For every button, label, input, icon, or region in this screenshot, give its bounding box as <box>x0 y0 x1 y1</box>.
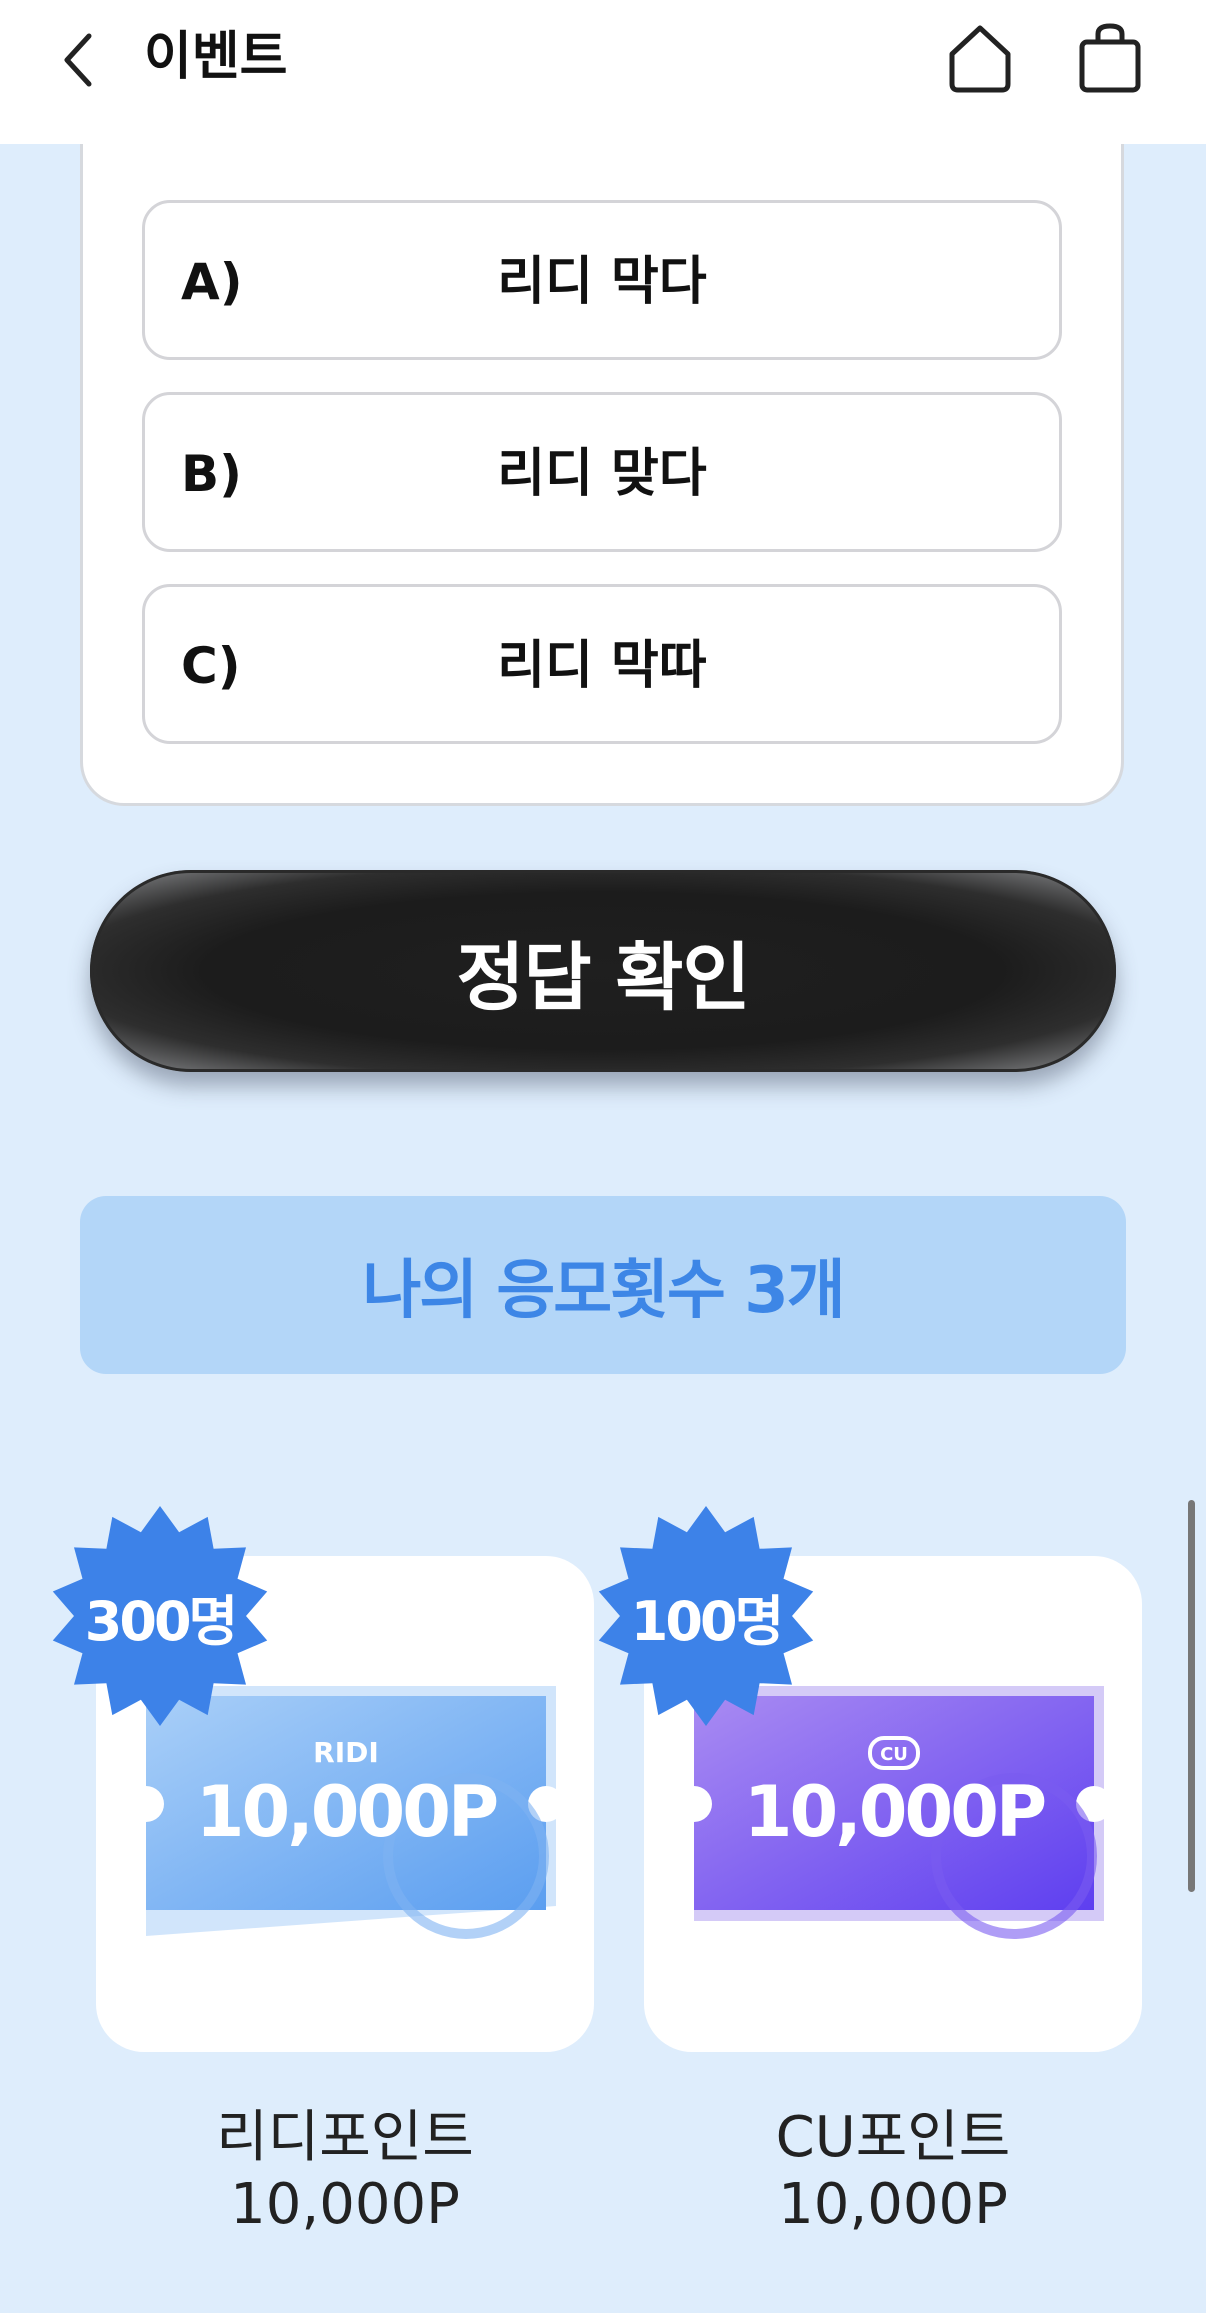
home-button[interactable] <box>944 20 1016 96</box>
home-icon <box>949 25 1011 93</box>
ticket-brand: RIDI <box>313 1736 379 1769</box>
reward-name: 리디포인트 <box>216 2105 474 2170</box>
badge-label: 300명 <box>84 1589 238 1653</box>
quiz-option-c[interactable]: C) 리디 막따 <box>142 584 1062 744</box>
check-answer-button[interactable]: 정답 확인 <box>90 870 1116 1072</box>
app-header: 이벤트 <box>0 0 1206 144</box>
reward-amount: 10,000P <box>230 2172 460 2237</box>
quiz-option-b[interactable]: B) 리디 맞다 <box>142 392 1062 552</box>
option-text: 리디 막따 <box>497 636 707 696</box>
reward-amount: 10,000P <box>778 2172 1008 2237</box>
cart-button[interactable] <box>1074 20 1146 96</box>
chevron-left-icon <box>64 33 92 87</box>
option-text: 리디 맞다 <box>497 444 707 504</box>
option-text: 리디 막다 <box>497 252 707 312</box>
scrollbar-thumb[interactable] <box>1188 1500 1195 1892</box>
reward-name: CU포인트 <box>775 2105 1011 2170</box>
quiz-option-a[interactable]: A) 리디 막다 <box>142 200 1062 360</box>
winner-count-badge: 300명 <box>50 1506 270 1726</box>
entry-count-label: 나의 응모횟수 3개 <box>362 1254 845 1328</box>
ticket-value: 10,000P <box>196 1771 497 1853</box>
page-title: 이벤트 <box>144 27 288 87</box>
winner-count-badge: 100명 <box>596 1506 816 1726</box>
shopping-bag-icon <box>1079 23 1141 93</box>
entry-count-banner: 나의 응모횟수 3개 <box>80 1196 1126 1374</box>
ticket-value: 10,000P <box>744 1771 1045 1853</box>
badge-label: 100명 <box>630 1589 784 1653</box>
back-button[interactable] <box>54 30 104 90</box>
check-answer-label: 정답 확인 <box>456 934 750 1021</box>
ticket-brand: CU <box>880 1744 908 1765</box>
